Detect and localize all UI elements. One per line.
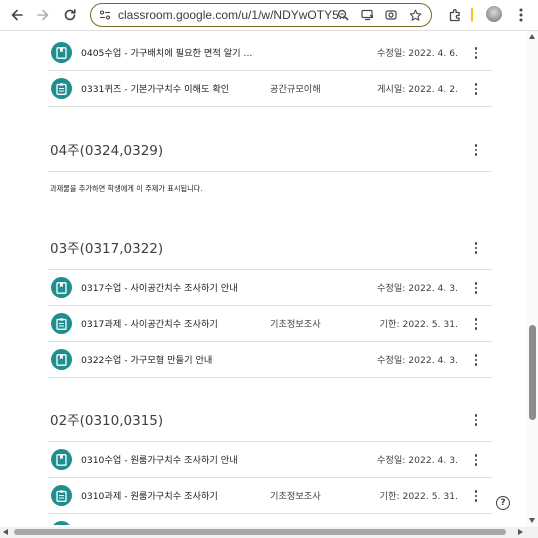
scroll-up-arrow-icon[interactable]	[529, 34, 535, 39]
list-item[interactable]: 0310수업 - 원룸가구치수 조사하기 안내 수정일: 2022. 4. 3.	[48, 442, 492, 478]
item-date: 수정일: 2022. 4. 3.	[376, 455, 458, 466]
assignment-icon	[51, 313, 72, 334]
list-item[interactable]	[48, 514, 492, 525]
more-options-icon[interactable]	[470, 280, 482, 296]
topic-options-icon[interactable]	[470, 412, 482, 428]
material-icon	[51, 277, 72, 298]
more-options-icon[interactable]	[470, 488, 482, 504]
zoom-icon[interactable]	[335, 7, 351, 23]
site-settings-icon[interactable]	[97, 7, 113, 23]
assignment-icon	[51, 485, 72, 506]
item-date: 수정일: 2022. 4. 3.	[376, 283, 458, 294]
address-bar[interactable]: classroom.google.com/u/1/w/NDYwOTY5...	[90, 3, 432, 27]
item-topic: 공간규모이해	[270, 84, 321, 95]
list-item[interactable]: 0310과제 - 원룸가구치수 조사하기 기초정보조사 기한: 2022. 5.…	[48, 478, 492, 514]
item-date: 기한: 2022. 5. 31.	[379, 491, 458, 502]
item-title: 0317과제 - 사이공간치수 조사하기	[81, 319, 218, 330]
item-title: 0405수업 - 가구배치에 필요한 면적 알기 ...	[81, 48, 253, 59]
more-options-icon[interactable]	[470, 81, 482, 97]
scroll-right-arrow-icon[interactable]	[518, 529, 523, 535]
topic-options-icon[interactable]	[470, 240, 482, 256]
more-options-icon[interactable]	[470, 45, 482, 61]
topic-header: 04주(0324,0329)	[48, 129, 492, 171]
item-title: 0331퀴즈 - 기본가구치수 이해도 확인	[81, 84, 230, 95]
topic-divider	[48, 171, 492, 172]
item-title: 0322수업 - 가구모형 만들기 안내	[81, 355, 213, 366]
extensions-puzzle-icon[interactable]	[445, 5, 465, 25]
empty-topic-message: 과제물을 추가하면 학생에게 이 주제가 표시됩니다.	[50, 184, 203, 193]
assignment-icon	[51, 78, 72, 99]
help-icon[interactable]: ?	[496, 496, 510, 510]
list-item[interactable]: 0405수업 - 가구배치에 필요한 면적 알기 ... 수정일: 2022. …	[48, 35, 492, 71]
topic-title: 02주(0310,0315)	[50, 413, 164, 429]
topic-header: 02주(0310,0315)	[48, 399, 492, 441]
url-text[interactable]: classroom.google.com/u/1/w/NDYwOTY5...	[118, 8, 349, 22]
material-icon	[51, 521, 72, 525]
topic-title: 04주(0324,0329)	[50, 143, 164, 159]
horizontal-scroll-thumb[interactable]	[14, 529, 506, 535]
more-options-icon[interactable]	[470, 352, 482, 368]
material-icon	[51, 42, 72, 63]
item-date: 기한: 2022. 5. 31.	[379, 319, 458, 330]
more-options-icon[interactable]	[470, 452, 482, 468]
list-item[interactable]: 0322수업 - 가구모형 만들기 안내 수정일: 2022. 4. 3.	[48, 342, 492, 378]
item-date: 수정일: 2022. 4. 6.	[376, 48, 458, 59]
bookmark-star-icon[interactable]	[407, 7, 423, 23]
item-date: 수정일: 2022. 4. 3.	[376, 355, 458, 366]
browser-menu-icon[interactable]	[511, 5, 531, 25]
material-icon	[51, 449, 72, 470]
item-title: 0317수업 - 사이공간치수 조사하기 안내	[81, 283, 238, 294]
classwork-list: 0405수업 - 가구배치에 필요한 면적 알기 ... 수정일: 2022. …	[0, 31, 527, 525]
vertical-scrollbar[interactable]	[527, 31, 538, 527]
item-topic: 기초정보조사	[270, 491, 321, 502]
list-item[interactable]: 0331퀴즈 - 기본가구치수 이해도 확인 공간규모이해 게시일: 2022.…	[48, 71, 492, 107]
profile-avatar[interactable]	[486, 6, 502, 22]
material-icon	[51, 349, 72, 370]
list-item[interactable]: 0317수업 - 사이공간치수 조사하기 안내 수정일: 2022. 4. 3.	[48, 270, 492, 306]
item-title: 0310수업 - 원룸가구치수 조사하기 안내	[81, 455, 238, 466]
scroll-down-arrow-icon[interactable]	[529, 518, 535, 523]
vertical-scroll-thumb[interactable]	[529, 325, 536, 420]
item-title: 0310과제 - 원룸가구치수 조사하기	[81, 491, 218, 502]
scroll-left-arrow-icon[interactable]	[3, 529, 8, 535]
back-arrow-icon[interactable]	[7, 5, 27, 25]
install-app-icon[interactable]	[359, 7, 375, 23]
topic-title: 03주(0317,0322)	[50, 241, 164, 257]
item-topic: 기초정보조사	[270, 319, 321, 330]
reload-icon[interactable]	[60, 5, 80, 25]
browser-toolbar: classroom.google.com/u/1/w/NDYwOTY5...	[0, 0, 538, 31]
google-lens-icon[interactable]	[383, 7, 399, 23]
topic-header: 03주(0317,0322)	[48, 227, 492, 269]
forward-arrow-icon[interactable]	[33, 5, 53, 25]
item-date: 게시일: 2022. 4. 2.	[376, 84, 458, 95]
topic-options-icon[interactable]	[470, 142, 482, 158]
list-item[interactable]: 0317과제 - 사이공간치수 조사하기 기초정보조사 기한: 2022. 5.…	[48, 306, 492, 342]
toolbar-divider	[471, 8, 473, 22]
more-options-icon[interactable]	[470, 316, 482, 332]
